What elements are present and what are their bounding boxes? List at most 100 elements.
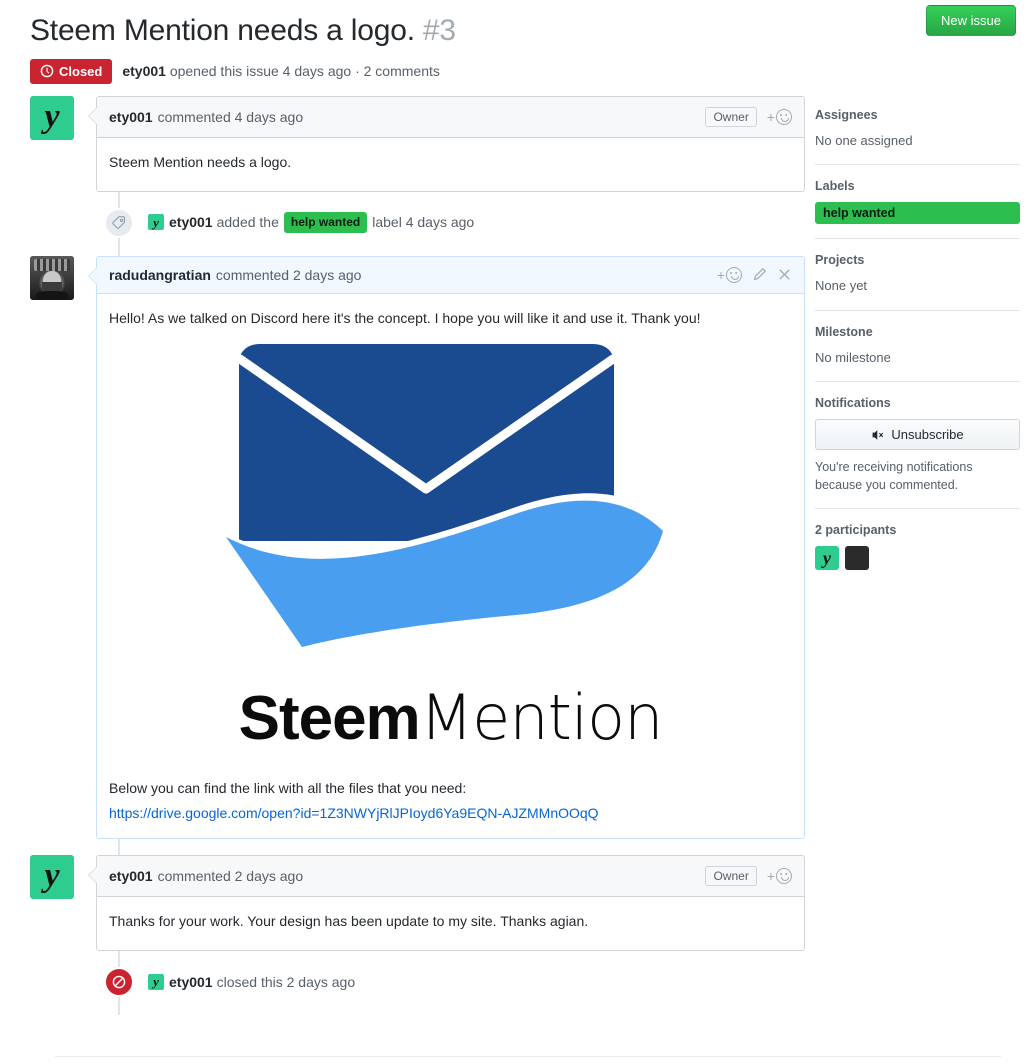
closed-event-actor[interactable]: ety001 [169,974,213,990]
comment-box: ety001 commented 2 days ago Owner + Than… [88,854,805,951]
edit-comment-button[interactable] [752,267,767,282]
assignees-value: No one assigned [815,132,913,148]
labels-title[interactable]: Labels [815,179,1020,193]
issue-content: y ety001 commented 4 days ago Owner + St… [0,84,1036,1015]
comment-header-actions: Owner + [705,865,792,886]
pencil-icon [753,267,767,281]
participant-avatar[interactable] [845,546,869,571]
comment-text: Thanks for your work. Your design has be… [109,912,589,929]
projects-title[interactable]: Projects [815,253,1020,267]
comment-header: ety001 commented 4 days ago Owner + [97,96,804,138]
owner-badge[interactable]: Owner [705,865,757,886]
sidebar-section-labels: Labels help wanted [815,179,1020,239]
participant-avatar[interactable]: y [815,546,839,571]
comment-box: ety001 commented 4 days ago Owner + Stee… [88,95,805,192]
comment-body: Hello! As we talked on Discord here it's… [97,294,804,838]
closed-event-suffix: closed this 2 days ago [216,973,356,990]
avatar[interactable]: y [30,854,74,899]
drive-link[interactable]: https://drive.google.com/open?id=1Z3NWYj… [109,805,599,821]
projects-value: None yet [815,278,868,293]
issue-meta-text: ety001 opened this issue 4 days ago · 2 … [122,63,440,79]
unsubscribe-button[interactable]: Unsubscribe [815,419,1020,450]
timeline-comment: y ety001 commented 4 days ago Owner + St… [30,95,805,192]
issue-sidebar: Assignees No one assigned Labels help wa… [815,96,1020,599]
title-row: Steem Mention needs a logo. #3 [30,14,1006,49]
avatar-photo-body [36,290,68,300]
comment-body: Thanks for your work. Your design has be… [97,897,804,950]
comment-author[interactable]: ety001 [109,868,153,884]
unsubscribe-label: Unsubscribe [891,427,964,442]
comment-header-actions: + [717,266,792,283]
comment-author[interactable]: ety001 [109,109,153,125]
tag-icon [104,207,134,238]
comment-timestamp: commented 2 days ago [157,867,304,884]
sidebar-section-participants: 2 participants y [815,523,1020,584]
sidebar-section-assignees: Assignees No one assigned [815,108,1020,165]
bottom-divider [55,1056,1001,1057]
mini-avatar[interactable]: y [148,973,164,990]
timeline-comment: radudangratian commented 2 days ago + He… [30,255,805,839]
timeline-label-event: y ety001 added the help wanted label 4 d… [30,207,805,238]
comment-text: Hello! As we talked on Discord here it's… [109,309,701,326]
owner-badge[interactable]: Owner [705,106,757,127]
sidebar-section-notifications: Notifications Unsubscribe You're receivi… [815,396,1020,510]
close-icon [779,269,790,280]
status-badge-label: Closed [59,63,103,79]
plus-icon: + [766,108,775,125]
issue-meta-suffix: opened this issue 4 days ago · 2 comment… [165,63,440,79]
add-reaction-button[interactable]: + [717,266,742,283]
page-title: Steem Mention needs a logo. #3 [30,14,456,49]
add-reaction-button[interactable]: + [766,867,792,884]
page-header: Steem Mention needs a logo. #3 New issue … [0,0,1036,84]
avatar[interactable]: y [30,95,74,140]
comment-author[interactable]: radudangratian [109,267,211,283]
comment-header: ety001 commented 2 days ago Owner + [97,855,804,897]
plus-icon: + [766,867,775,884]
comment-below-text: Below you can find the link with all the… [109,779,467,796]
issue-title-text: Steem Mention needs a logo. [30,14,415,47]
attached-logo-image: SteemMention [109,333,792,778]
label-event-post: label 4 days ago [372,214,475,231]
participants-avatars: y [815,546,1020,571]
label-chip[interactable]: help wanted [283,212,368,233]
issue-number: #3 [422,14,456,47]
comment-header: radudangratian commented 2 days ago + [97,256,804,294]
sidebar-section-milestone: Milestone No milestone [815,325,1020,382]
sidebar-label-chip[interactable]: help wanted [815,202,1020,224]
smiley-icon [776,867,792,884]
comment-header-actions: Owner + [705,106,792,127]
notifications-title: Notifications [815,396,891,410]
status-badge: Closed [30,58,113,84]
assignees-title[interactable]: Assignees [815,108,1020,122]
participants-title: 2 participants [815,523,897,538]
avatar[interactable] [30,255,74,300]
close-comment-button[interactable] [777,267,792,282]
closed-event-text: y ety001 closed this 2 days ago [148,973,356,990]
issue-closed-icon [104,966,134,997]
sidebar-section-projects: Projects None yet [815,253,1020,311]
comment-text: Steem Mention needs a logo. [109,153,292,170]
milestone-title[interactable]: Milestone [815,325,1020,339]
avatar-photo-beard [857,555,868,562]
logo-wordmark: SteemMention [238,683,664,753]
milestone-value: No milestone [815,349,891,365]
timeline-comment: y ety001 commented 2 days ago Owner + Th… [30,854,805,951]
notifications-note: You're receiving notifications because y… [815,460,973,493]
issue-closed-icon [40,64,54,78]
label-event-actor[interactable]: ety001 [169,214,213,230]
timeline-column: y ety001 commented 4 days ago Owner + St… [30,95,805,1015]
issue-author: ety001 [122,63,166,79]
smiley-icon [726,266,742,283]
label-event-pre: added the [216,214,279,231]
comment-body: Steem Mention needs a logo. [97,138,804,191]
steem-mention-envelope-logo [220,343,671,653]
wordmark-steem: Steem [238,683,421,753]
new-issue-button[interactable]: New issue [926,5,1016,36]
add-reaction-button[interactable]: + [766,108,792,125]
mute-icon [872,429,884,440]
comment-box: radudangratian commented 2 days ago + He… [88,255,805,839]
avatar-photo-face [847,552,857,564]
issue-meta-row: Closed ety001 opened this issue 4 days a… [30,58,1006,84]
mini-avatar[interactable]: y [148,214,164,231]
comment-timestamp: commented 2 days ago [215,266,362,283]
